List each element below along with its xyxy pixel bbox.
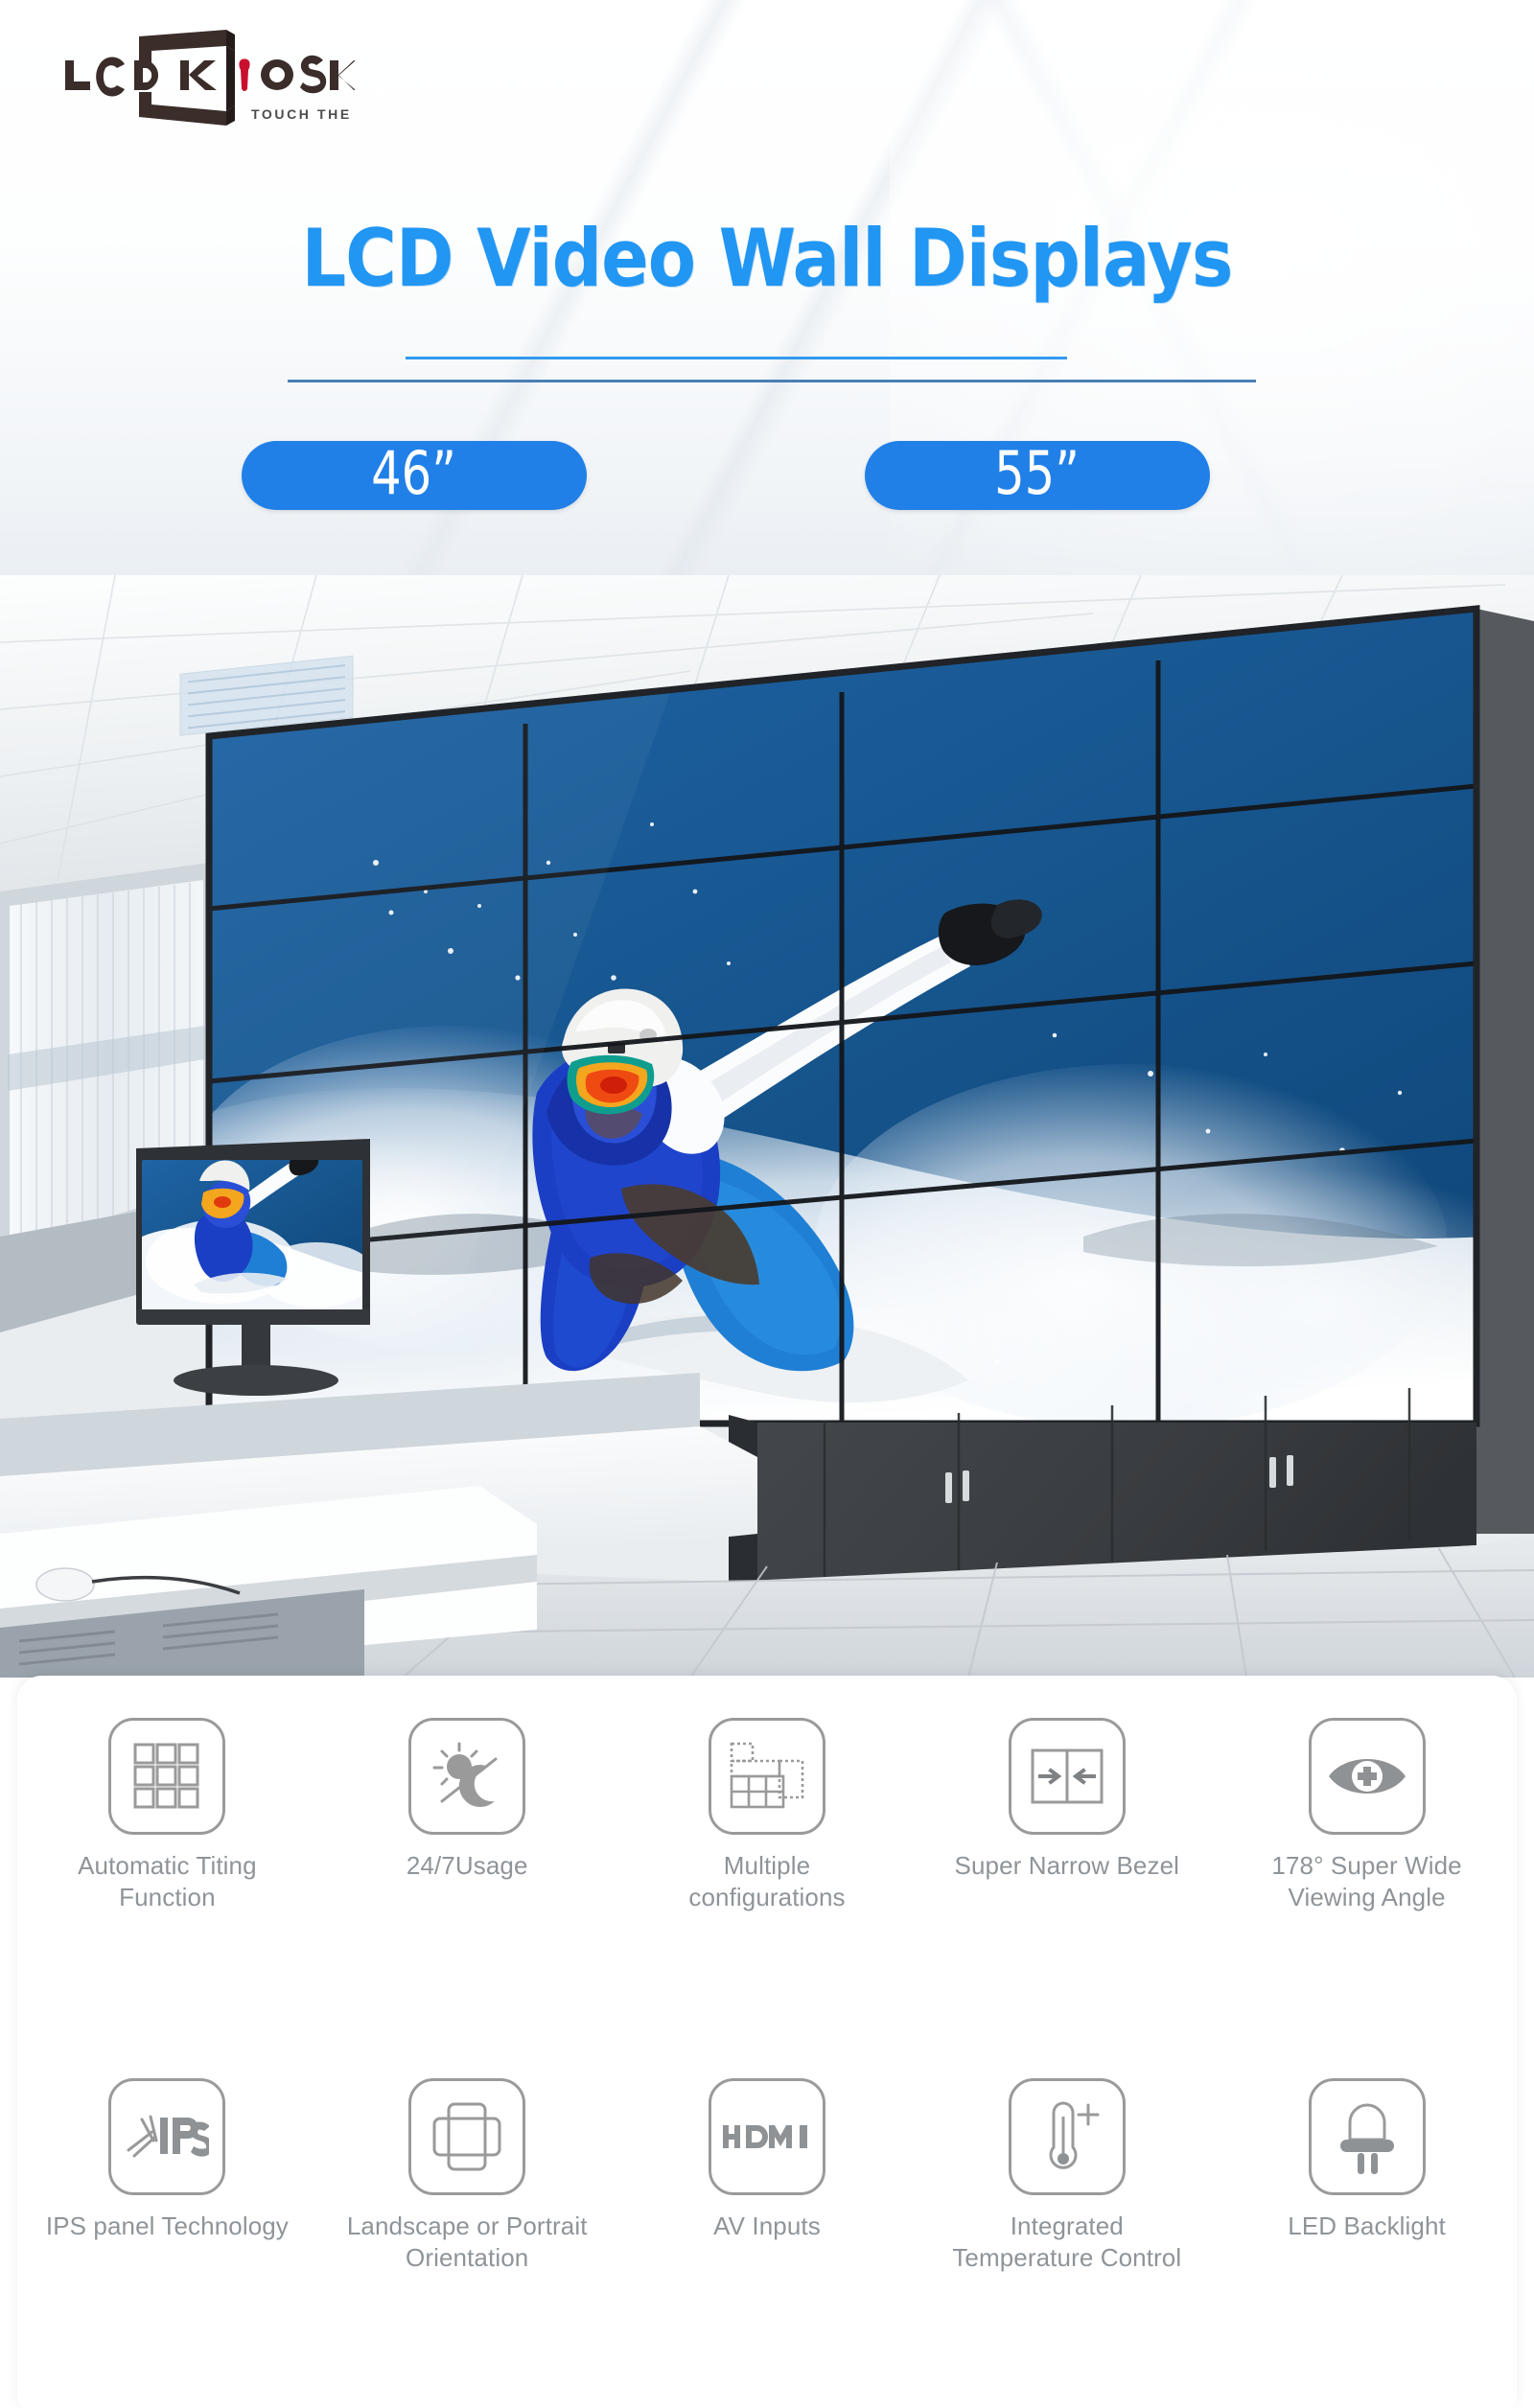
size-badge-46[interactable]: 46” <box>242 441 587 510</box>
product-photo-scene <box>0 575 1534 1678</box>
grid-3x3-icon <box>108 1718 226 1835</box>
size-badges: 46” 55” <box>0 441 1534 518</box>
feature-label: 178° Super Wide Viewing Angle <box>1271 1851 1462 1912</box>
page-header: TOUCH THE FUTURE LCD Video Wall Displays… <box>0 0 1534 594</box>
feature-viewing-angle[interactable]: 178° Super Wide Viewing Angle <box>1217 1718 1517 1914</box>
narrow-bezel-icon <box>1008 1718 1126 1835</box>
video-wall <box>205 605 1480 1427</box>
ips-icon <box>108 2078 226 2195</box>
page-title-block: LCD Video Wall Displays <box>0 219 1534 298</box>
feature-24-7-usage[interactable]: 24/7Usage <box>317 1718 617 1914</box>
logo-mark-icon: TOUCH THE FUTURE <box>65 30 355 126</box>
page-title: LCD Video Wall Displays <box>301 212 1233 305</box>
feature-label: Automatic Titing Function <box>78 1851 257 1912</box>
feature-multiple-configurations[interactable]: Multiple configurations <box>617 1718 918 1914</box>
feature-temperature-control[interactable]: Integrated Temperature Control <box>917 2078 1217 2275</box>
feature-ips-panel[interactable]: IPS panel Technology <box>17 2078 317 2275</box>
feature-av-inputs[interactable]: AV Inputs <box>617 2078 918 2275</box>
product-page: TOUCH THE FUTURE LCD Video Wall Displays… <box>0 0 1534 2408</box>
brand-logo[interactable]: TOUCH THE FUTURE <box>38 25 355 130</box>
multi-config-icon <box>708 1718 825 1835</box>
led-bulb-icon <box>1308 2078 1426 2195</box>
feature-label: Super Narrow Bezel <box>954 1851 1180 1880</box>
feature-label: Landscape or Portrait Orientation <box>346 2211 588 2273</box>
control-room-illustration <box>0 575 1534 1678</box>
size-badge-46-label: 46” <box>371 437 457 508</box>
feature-automatic-tiling[interactable]: Automatic Titing Function <box>17 1718 317 1914</box>
thermometer-icon <box>1008 2078 1126 2195</box>
feature-label: 24/7Usage <box>406 1851 528 1880</box>
size-badge-55-label: 55” <box>994 437 1081 508</box>
feature-label: AV Inputs <box>713 2211 821 2240</box>
feature-label: Integrated Temperature Control <box>952 2211 1182 2273</box>
title-rule-top <box>406 357 1067 359</box>
feature-super-narrow-bezel[interactable]: Super Narrow Bezel <box>917 1718 1217 1914</box>
eye-plus-icon <box>1308 1718 1426 1835</box>
feature-led-backlight[interactable]: LED Backlight <box>1217 2078 1517 2275</box>
feature-label: LED Backlight <box>1288 2211 1446 2240</box>
features-row-1: Automatic Titing Function 24/7Usage Mult… <box>17 1718 1517 1914</box>
feature-label: IPS panel Technology <box>45 2211 289 2240</box>
features-row-2: IPS panel Technology Landscape or Portra… <box>17 2078 1517 2275</box>
orientation-icon <box>408 2078 526 2195</box>
size-badge-55[interactable]: 55” <box>865 441 1210 510</box>
features-card: Automatic Titing Function 24/7Usage Mult… <box>17 1676 1517 2408</box>
title-rule-bottom <box>288 380 1256 382</box>
hdmi-icon <box>708 2078 825 2195</box>
feature-label: Multiple configurations <box>688 1851 846 1912</box>
feature-orientation[interactable]: Landscape or Portrait Orientation <box>317 2078 617 2275</box>
sun-moon-icon <box>408 1718 526 1835</box>
logo-tagline: TOUCH THE FUTURE <box>251 106 355 122</box>
